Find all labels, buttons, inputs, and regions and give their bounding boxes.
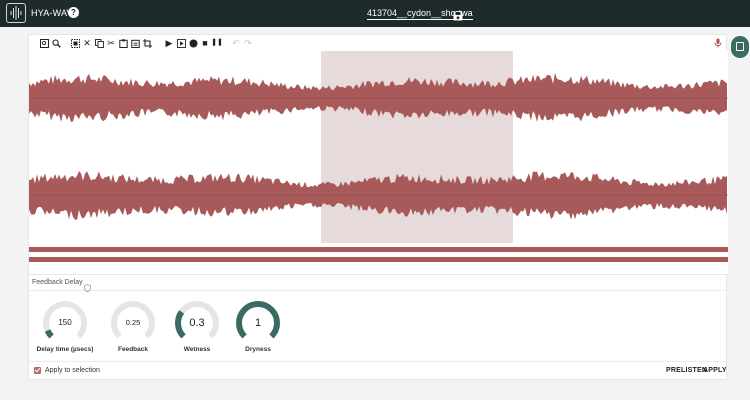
- microphone-icon[interactable]: [713, 38, 723, 48]
- record-icon[interactable]: [188, 38, 198, 48]
- editor-panel: ✕ ✂ ▶ ■ ❚❚ ↶ ↷ Feedback Delay 150 Delay …: [28, 34, 728, 380]
- wetness-label: Wetness: [183, 346, 211, 353]
- apply-to-selection-label[interactable]: Apply to selection: [45, 367, 100, 374]
- waveform-channel-left: [29, 72, 727, 122]
- toolbar: ✕ ✂ ▶ ■ ❚❚ ↶ ↷: [29, 35, 728, 51]
- clipboard-button[interactable]: [731, 36, 749, 58]
- dryness-knob[interactable]: 1: [235, 300, 281, 346]
- dryness-value: 1: [254, 317, 262, 329]
- pause-icon[interactable]: ❚❚: [211, 38, 223, 48]
- crop-icon[interactable]: [142, 38, 152, 48]
- effect-title: Feedback Delay: [32, 279, 83, 286]
- apply-to-selection-checkbox[interactable]: [34, 367, 41, 374]
- zoom-fit-icon[interactable]: [39, 38, 49, 48]
- overview-strip-left[interactable]: [29, 247, 728, 252]
- cut-icon[interactable]: ✂: [106, 38, 116, 48]
- delete-icon[interactable]: ✕: [82, 38, 92, 48]
- paste-new-icon[interactable]: [130, 38, 140, 48]
- feedback-knob[interactable]: 0.25: [110, 300, 156, 346]
- prelisten-button[interactable]: PRELISTEN: [666, 367, 707, 374]
- feedback-value: 0.25: [125, 318, 141, 327]
- play-icon[interactable]: ▶: [164, 38, 174, 48]
- shield-icon[interactable]: [84, 279, 91, 293]
- top-bar: HYA-WAVE ? 413704__cydon__shortwa: [0, 0, 750, 27]
- feedback-label: Feedback: [118, 346, 148, 353]
- apply-button[interactable]: APPLY: [703, 367, 727, 374]
- delay-time-knob[interactable]: 150: [42, 300, 88, 346]
- waveform[interactable]: [29, 51, 728, 274]
- waveform-logo-icon: [6, 3, 26, 23]
- knob-fill: [44, 329, 54, 339]
- footer-divider: [29, 361, 728, 362]
- effect-header: Feedback Delay: [29, 275, 728, 293]
- dryness-label: Dryness: [245, 346, 271, 353]
- paste-icon[interactable]: [118, 38, 128, 48]
- waveform-area[interactable]: [29, 51, 728, 274]
- redo-icon[interactable]: ↷: [243, 38, 253, 48]
- wetness-knob[interactable]: 0.3: [174, 300, 220, 346]
- waveform-channel-right: [29, 171, 727, 220]
- clipboard-icon: [736, 42, 744, 51]
- select-all-icon[interactable]: [70, 38, 80, 48]
- delay-time-label: Delay time (µsecs): [36, 346, 94, 353]
- undo-icon[interactable]: ↶: [231, 38, 241, 48]
- wetness-value: 0.3: [189, 317, 205, 329]
- copy-icon[interactable]: [94, 38, 104, 48]
- delay-time-value: 150: [58, 318, 72, 327]
- stop-icon[interactable]: ■: [200, 38, 210, 48]
- overview-strip-right[interactable]: [29, 257, 728, 262]
- zoom-in-icon[interactable]: [51, 38, 61, 48]
- help-icon[interactable]: ?: [68, 7, 79, 18]
- play-selection-icon[interactable]: [176, 38, 186, 48]
- floppy-disk-icon[interactable]: [453, 8, 463, 21]
